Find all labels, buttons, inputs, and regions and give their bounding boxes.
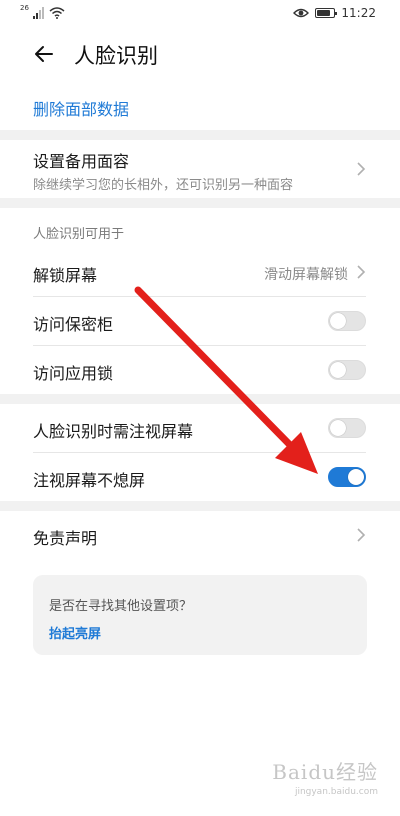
gaze-keep-screen-on-label: 注视屏幕不熄屏 (33, 471, 146, 490)
section-divider (0, 501, 400, 511)
signal-tag: 26 (20, 4, 29, 12)
toggle-knob (348, 469, 364, 485)
battery-level-fill (317, 10, 331, 16)
toggle-knob (330, 420, 346, 436)
toggle-knob (330, 313, 346, 329)
access-app-lock-toggle[interactable] (328, 360, 366, 380)
require-gaze-row: 人脸识别时需注视屏幕 (0, 404, 400, 452)
app-header: 人脸识别 (0, 28, 400, 84)
back-arrow-icon[interactable] (32, 42, 56, 66)
alternate-face-subtitle: 除继续学习您的长相外，还可识别另一种面容 (33, 178, 294, 193)
alternate-face-label: 设置备用面容 (33, 152, 130, 171)
watermark-brand: Baidu经验 (272, 760, 378, 784)
wifi-icon (49, 7, 65, 19)
page-title: 人脸识别 (74, 44, 158, 68)
usage-section-caption: 人脸识别可用于 (33, 227, 125, 242)
cellular-signal-icon (32, 7, 44, 19)
chevron-right-icon (357, 265, 366, 279)
access-safe-row: 访问保密柜 (0, 297, 400, 345)
watermark-url: jingyan.baidu.com (294, 787, 378, 797)
raise-to-wake-link[interactable]: 抬起亮屏 (49, 623, 101, 642)
alternate-face-row[interactable]: 设置备用面容 除继续学习您的长相外，还可识别另一种面容 (0, 140, 400, 198)
section-divider (0, 198, 400, 208)
gaze-keep-screen-on-toggle[interactable] (328, 467, 366, 487)
status-bar: 26 11:22 (0, 0, 400, 28)
suggestion-question: 是否在寻找其他设置项？ (49, 599, 193, 614)
chevron-right-icon (357, 162, 366, 176)
section-divider (0, 130, 400, 140)
battery-icon (315, 8, 338, 18)
unlock-screen-value: 滑动屏幕解锁 (264, 267, 348, 283)
disclaimer-label: 免责声明 (33, 529, 98, 548)
toggle-knob (330, 362, 346, 378)
delete-face-data-link[interactable]: 删除面部数据 (33, 96, 129, 120)
require-gaze-label: 人脸识别时需注视屏幕 (33, 422, 194, 441)
gaze-keep-screen-on-row: 注视屏幕不熄屏 (0, 453, 400, 501)
unlock-screen-label: 解锁屏幕 (33, 266, 98, 285)
require-gaze-toggle[interactable] (328, 418, 366, 438)
unlock-screen-row[interactable]: 解锁屏幕 滑动屏幕解锁 (0, 248, 400, 296)
access-safe-label: 访问保密柜 (33, 315, 114, 334)
status-left: 26 (20, 5, 65, 19)
suggestion-card: 是否在寻找其他设置项？ 抬起亮屏 (33, 575, 367, 655)
status-right: 11:22 (293, 6, 376, 20)
status-time: 11:22 (341, 6, 376, 20)
section-divider (0, 394, 400, 404)
access-safe-toggle[interactable] (328, 311, 366, 331)
baidu-watermark: Baidu经验 jingyan.baidu.com (272, 756, 378, 797)
disclaimer-row[interactable]: 免责声明 (0, 511, 400, 559)
access-app-lock-label: 访问应用锁 (33, 364, 114, 383)
access-app-lock-row: 访问应用锁 (0, 346, 400, 394)
eye-comfort-icon (293, 8, 310, 18)
chevron-right-icon (357, 528, 366, 542)
